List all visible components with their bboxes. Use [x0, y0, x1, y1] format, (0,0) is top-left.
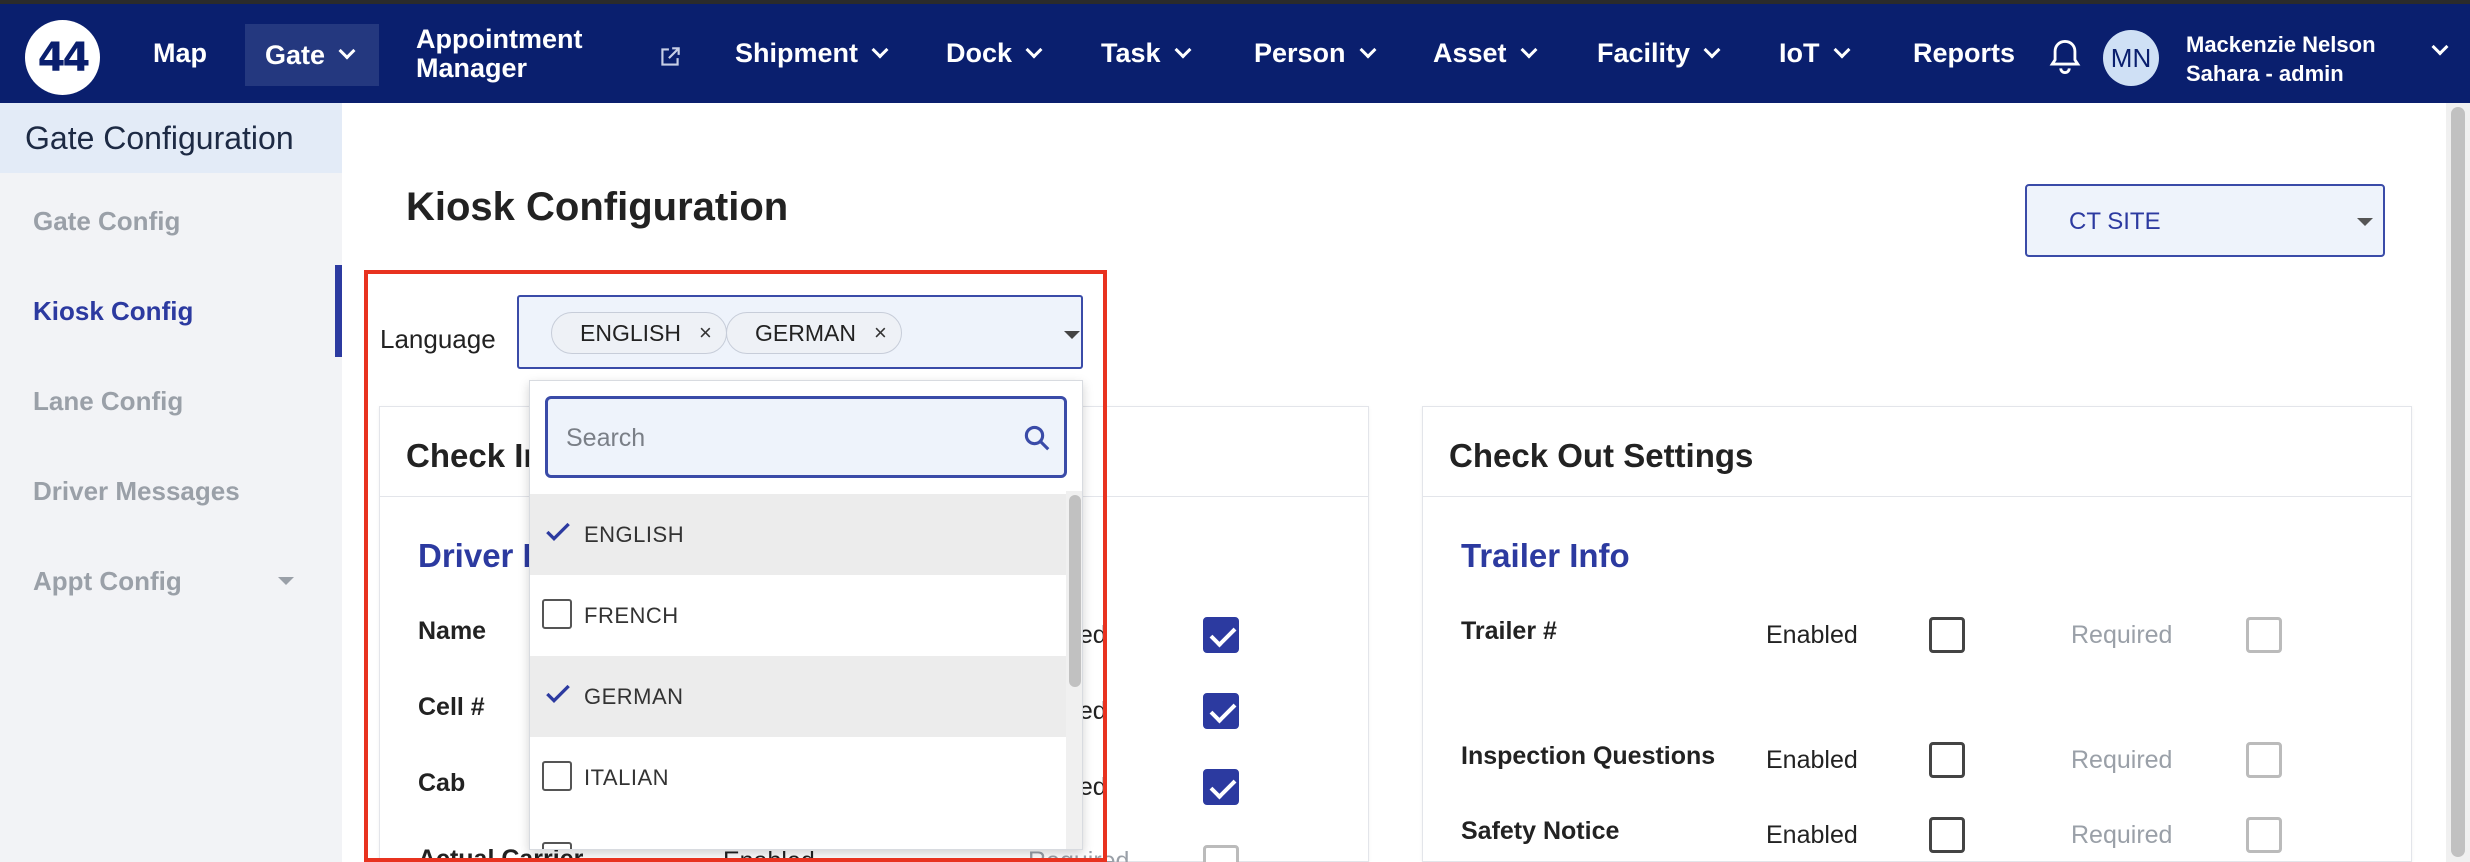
caret-down-icon[interactable] — [278, 577, 294, 585]
safety-notice-enabled-checkbox[interactable] — [1929, 817, 1965, 853]
nav-reports-label: Reports — [1913, 38, 2016, 68]
trailer-required-checkbox[interactable] — [2246, 617, 2282, 653]
logo-text: 44 — [37, 34, 91, 81]
nav-shipment-label: Shipment — [735, 38, 859, 68]
site-select-value: CT SITE — [2069, 208, 2161, 235]
sidebar-item-lane-config[interactable]: Lane Config — [33, 386, 183, 417]
nav-task[interactable]: Task — [1101, 4, 1192, 103]
enabled-label: Enabled — [1766, 746, 1858, 774]
nav-task-label: Task — [1101, 38, 1161, 68]
top-navigation-bar: 44 Map Gate Appointment Manager Shipment… — [0, 0, 2470, 103]
nav-facility-label: Facility — [1597, 38, 1691, 68]
chevron-down-icon — [1703, 41, 1721, 58]
site-select[interactable]: CT SITE — [2025, 184, 2385, 257]
chevron-down-icon — [1833, 41, 1850, 58]
user-info[interactable]: Mackenzie Nelson Sahara - admin — [2186, 30, 2376, 88]
user-menu-chevron-icon[interactable] — [2431, 38, 2449, 56]
nav-person-label: Person — [1254, 38, 1346, 68]
chevron-down-icon — [1359, 41, 1377, 58]
user-role: Sahara - admin — [2186, 61, 2344, 86]
required-label: Required — [2071, 621, 2173, 649]
actual-carrier-required-checkbox[interactable] — [1203, 845, 1239, 862]
nav-shipment[interactable]: Shipment — [735, 4, 889, 103]
avatar[interactable]: MN — [2103, 30, 2159, 86]
bell-icon[interactable] — [2048, 38, 2082, 76]
row-label-safety-notice: Safety Notice — [1461, 817, 1620, 845]
chevron-down-icon — [1520, 41, 1538, 58]
card-title: Check Out Settings — [1449, 437, 1754, 474]
sidebar-active-indicator — [335, 265, 342, 357]
nav-person[interactable]: Person — [1254, 4, 1377, 103]
nav-map[interactable]: Map — [153, 4, 207, 103]
chevron-down-icon — [1025, 41, 1043, 58]
nav-appointment-label-2: Manager — [416, 52, 528, 83]
enabled-label: Enabled — [1766, 821, 1858, 849]
cab-required-checkbox[interactable] — [1203, 769, 1239, 805]
cell-required-checkbox[interactable] — [1203, 693, 1239, 729]
sidebar-title: Gate Configuration — [0, 103, 342, 173]
safety-notice-required-checkbox[interactable] — [2246, 817, 2282, 853]
row-label-inspection-questions: Inspection Questions — [1461, 742, 1716, 770]
nav-map-label: Map — [153, 38, 207, 68]
sidebar-item-gate-config[interactable]: Gate Config — [33, 206, 180, 237]
chevron-down-icon — [338, 42, 356, 60]
enabled-label: Enabled — [1766, 621, 1858, 649]
chevron-down-icon — [871, 41, 889, 58]
name-required-checkbox[interactable] — [1203, 617, 1239, 653]
highlight-annotation-box — [364, 270, 1107, 862]
avatar-initials: MN — [2110, 42, 2152, 73]
page-title: Kiosk Configuration — [406, 185, 789, 229]
card-header: Check Out Settings — [1423, 407, 2411, 497]
external-link-icon[interactable] — [657, 44, 683, 70]
caret-down-icon — [2357, 218, 2373, 226]
nav-appointment-manager[interactable]: Appointment Manager — [416, 4, 582, 103]
nav-asset-label: Asset — [1433, 38, 1507, 68]
trailer-enabled-checkbox[interactable] — [1929, 617, 1965, 653]
required-label: Required — [2071, 746, 2173, 774]
inspection-required-checkbox[interactable] — [2246, 742, 2282, 778]
nav-asset[interactable]: Asset — [1433, 4, 1538, 103]
user-name: Mackenzie Nelson — [2186, 32, 2376, 57]
sidebar: Gate Configuration Gate Config Kiosk Con… — [0, 103, 342, 862]
nav-iot[interactable]: IoT — [1779, 4, 1850, 103]
required-label: Required — [2071, 821, 2173, 849]
sidebar-item-driver-messages[interactable]: Driver Messages — [33, 476, 240, 507]
row-label-trailer: Trailer # — [1461, 617, 1557, 645]
nav-gate[interactable]: Gate — [245, 24, 379, 86]
app-logo[interactable]: 44 — [25, 20, 100, 95]
nav-iot-label: IoT — [1779, 38, 1820, 68]
chevron-down-icon — [1174, 41, 1192, 58]
check-out-settings-card: Check Out Settings Trailer Info Trailer … — [1422, 406, 2412, 862]
nav-appointment-label-1: Appointment — [416, 23, 583, 54]
nav-dock[interactable]: Dock — [946, 4, 1043, 103]
page-scrollbar-thumb[interactable] — [2451, 107, 2465, 857]
page-scrollbar[interactable] — [2446, 103, 2470, 862]
nav-gate-label: Gate — [265, 39, 326, 70]
nav-reports[interactable]: Reports — [1913, 4, 2015, 103]
inspection-enabled-checkbox[interactable] — [1929, 742, 1965, 778]
section-title-trailer-info: Trailer Info — [1461, 537, 1630, 574]
sidebar-item-appt-config[interactable]: Appt Config — [33, 566, 182, 597]
nav-dock-label: Dock — [946, 38, 1013, 68]
nav-facility[interactable]: Facility — [1597, 4, 1721, 103]
sidebar-item-kiosk-config[interactable]: Kiosk Config — [33, 296, 193, 327]
